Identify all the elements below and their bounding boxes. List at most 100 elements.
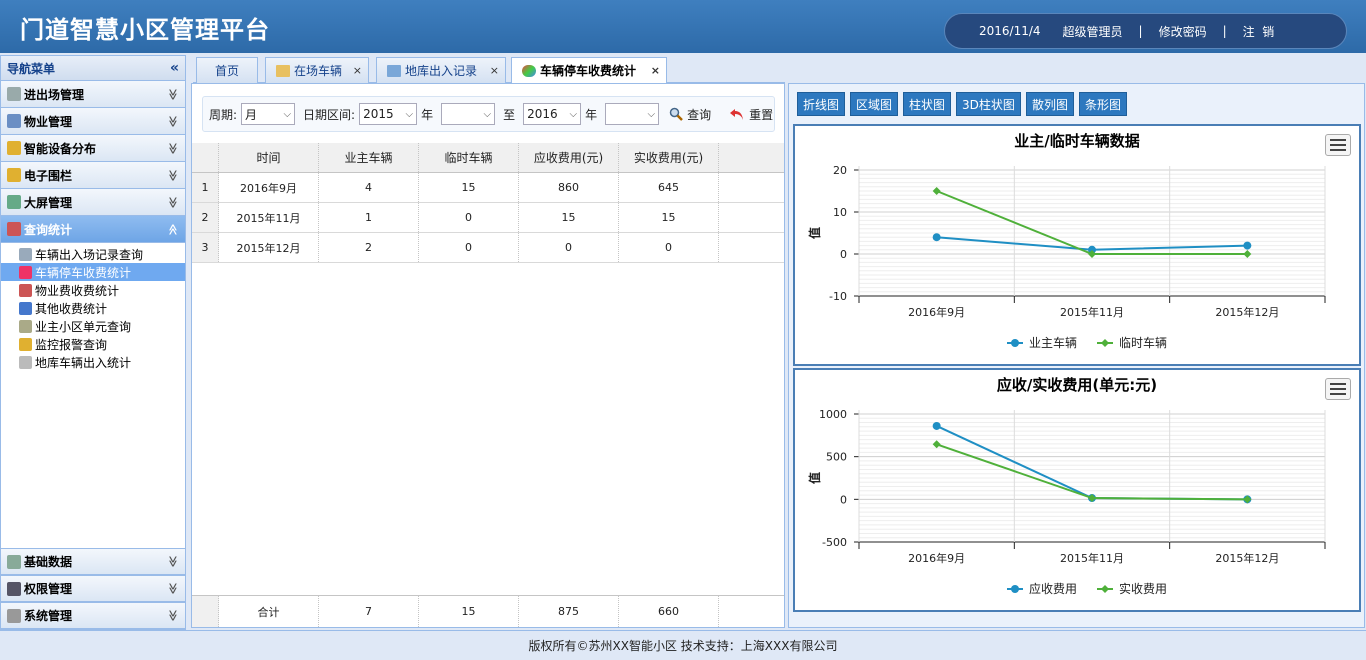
chart-type-button-1[interactable]: 区域图 xyxy=(850,92,899,116)
data-point xyxy=(1243,495,1252,504)
year-unit-label: 年 xyxy=(585,107,598,122)
y-tick-label: 0 xyxy=(840,248,847,261)
chart-type-button-3[interactable]: 3D柱状图 xyxy=(956,92,1021,116)
y-axis-label: 值 xyxy=(807,227,822,239)
sidebar-section-0[interactable]: 进出场管理 ≫ xyxy=(1,81,185,108)
y-tick-label: 1000 xyxy=(819,408,847,421)
row-number: 3 xyxy=(192,233,219,262)
sidebar-subitem-5[interactable]: 监控报警查询 xyxy=(1,335,185,353)
tab-label: 地库出入记录 xyxy=(405,64,478,78)
change-password-link[interactable]: 修改密码 xyxy=(1159,23,1207,40)
column-header[interactable]: 实收费用(元) xyxy=(619,143,719,172)
legend-label: 业主车辆 xyxy=(1029,335,1077,350)
sidebar-bottom-section-0[interactable]: 基础数据 ≫ xyxy=(1,548,185,575)
column-header[interactable]: 业主车辆 xyxy=(319,143,419,172)
search-button[interactable]: 查询 xyxy=(669,106,711,123)
table-row[interactable]: 3 2015年12月 2 0 0 0 xyxy=(192,233,784,263)
sidebar: 导航菜单 « 进出场管理 ≫ 物业管理 ≫ 智能设备分布 ≫ 电子围栏 ≫ 大屏管理 ≫ 查询统计 ≪… xyxy=(0,55,186,630)
chart-type-button-5[interactable]: 条形图 xyxy=(1078,92,1127,116)
data-point xyxy=(1243,495,1252,504)
collapse-sidebar-icon[interactable]: « xyxy=(170,60,179,76)
copyright-text: 版权所有©苏州XX智能小区 技术支持：上海XXX有限公司 xyxy=(528,639,838,653)
tab-1[interactable]: 在场车辆 × xyxy=(265,57,369,83)
table-row[interactable]: 2 2015年11月 1 0 15 15 xyxy=(192,203,784,233)
chart-menu-icon[interactable] xyxy=(1325,134,1351,156)
table-cell: 2016年9月 xyxy=(219,173,319,202)
legend-marker xyxy=(1101,585,1109,593)
sidebar-section-label: 系统管理 xyxy=(24,609,73,623)
table-cell: 15 xyxy=(419,173,519,202)
total-row: 合计 7 15 875 660 xyxy=(192,595,784,627)
sidebar-subitem-6[interactable]: 地库车辆出入统计 xyxy=(1,353,185,371)
tab-2[interactable]: 地库出入记录 × xyxy=(376,57,506,83)
tab-0[interactable]: 首页 xyxy=(196,57,258,83)
from-year-select[interactable]: 2015 ⌵ xyxy=(359,103,418,125)
chart-menu-icon[interactable] xyxy=(1325,378,1351,400)
chart-title: 业主/临时车辆数据 xyxy=(1014,132,1140,150)
chart-svg: -500 0 500 1000 值 2016年9月 2015年11月 2015年12月应收费用… xyxy=(807,408,1326,596)
data-point xyxy=(932,187,941,195)
sidebar-section-2[interactable]: 智能设备分布 ≫ xyxy=(1,135,185,162)
table-cell: 2015年12月 xyxy=(219,233,319,262)
sidebar-subitem-0[interactable]: 车辆出入场记录查询 xyxy=(1,245,185,263)
data-point xyxy=(932,233,941,242)
tab-3[interactable]: 车辆停车收费统计 × xyxy=(511,57,667,83)
sidebar-subitem-label: 车辆出入场记录查询 xyxy=(35,247,144,262)
period-select[interactable]: 月 ⌵ xyxy=(241,103,296,125)
data-point xyxy=(1243,241,1252,250)
chart-svg: -10 0 10 20 值 2016年9月 2015年11月 2015年12月业主车辆 临时车辆 xyxy=(807,164,1326,350)
table-cell: 2 xyxy=(319,233,419,262)
table-row[interactable]: 1 2016年9月 4 15 860 645 xyxy=(192,173,784,203)
sidebar-subitem-2[interactable]: 物业费收费统计 xyxy=(1,281,185,299)
chevron-down-icon: ⌵ xyxy=(283,108,292,120)
table-cell: 0 xyxy=(419,233,519,262)
chevron-down-icon: ≫ xyxy=(166,555,180,568)
chart-type-button-4[interactable]: 散列图 xyxy=(1025,92,1074,116)
total-cell: 875 xyxy=(519,596,619,627)
sidebar-subitem-1[interactable]: 车辆停车收费统计 xyxy=(1,263,185,281)
form-icon xyxy=(7,114,21,128)
chart-area: 折线图 区域图 柱状图 3D柱状图 散列图 条形图 业主/临时车辆数据 -10 0 10 20 值 2… xyxy=(788,83,1365,628)
chart-type-button-0[interactable]: 折线图 xyxy=(797,92,846,116)
y-tick-label: -10 xyxy=(829,290,847,303)
data-point xyxy=(1088,494,1096,503)
grid-icon xyxy=(387,64,401,77)
sidebar-subitem-3[interactable]: 其他收费统计 xyxy=(1,299,185,317)
chart-type-button-2[interactable]: 柱状图 xyxy=(903,92,952,116)
close-tab-icon[interactable]: × xyxy=(490,64,499,77)
line-chart-icon xyxy=(19,283,32,297)
chevron-down-icon: ≫ xyxy=(166,115,180,127)
legend-label: 实收费用 xyxy=(1119,581,1167,596)
column-header[interactable]: 临时车辆 xyxy=(419,143,519,172)
to-year-select[interactable]: 2016 ⌵ xyxy=(523,103,582,125)
y-tick-label: 500 xyxy=(826,451,847,464)
close-tab-icon[interactable]: × xyxy=(651,64,660,77)
y-tick-label: 20 xyxy=(833,164,847,177)
x-tick-label: 2016年9月 xyxy=(908,551,965,565)
sidebar-bottom-section-1[interactable]: 权限管理 ≫ xyxy=(1,575,185,602)
sidebar-section-3[interactable]: 电子围栏 ≫ xyxy=(1,162,185,189)
sidebar-section-4[interactable]: 大屏管理 ≫ xyxy=(1,189,185,216)
chevron-down-icon: ≫ xyxy=(166,142,180,154)
reset-button[interactable]: 重置 xyxy=(729,106,773,123)
column-header[interactable]: 应收费用(元) xyxy=(519,143,619,172)
to-month-select[interactable]: ⌵ xyxy=(605,103,660,125)
chart-type-toolbar: 折线图 区域图 柱状图 3D柱状图 散列图 条形图 xyxy=(797,92,1127,116)
column-header[interactable]: 时间 xyxy=(219,143,319,172)
sidebar-subitem-label: 车辆停车收费统计 xyxy=(35,265,132,280)
cylinder-icon xyxy=(19,355,32,369)
sidebar-section-label: 查询统计 xyxy=(24,222,73,237)
from-month-select[interactable]: ⌵ xyxy=(441,103,496,125)
sidebar-section-5[interactable]: 查询统计 ≪ xyxy=(1,216,185,243)
sidebar-subitem-4[interactable]: 业主小区单元查询 xyxy=(1,317,185,335)
main-panel: 周期: 月 ⌵ 日期区间: 2015 ⌵ 年 ⌵ 至 2016 ⌵ 年 ⌵ 查询 重置… xyxy=(191,83,785,628)
legend-label: 应收费用 xyxy=(1029,581,1077,596)
table-cell: 0 xyxy=(519,233,619,262)
x-tick-label: 2015年12月 xyxy=(1215,305,1279,319)
legend-marker xyxy=(1011,585,1019,593)
sidebar-bottom-section-2[interactable]: 系统管理 ≫ xyxy=(1,602,185,629)
sidebar-section-1[interactable]: 物业管理 ≫ xyxy=(1,108,185,135)
close-tab-icon[interactable]: × xyxy=(353,64,362,77)
logout-link[interactable]: 注 销 xyxy=(1243,23,1275,40)
legend-marker xyxy=(1101,339,1109,347)
